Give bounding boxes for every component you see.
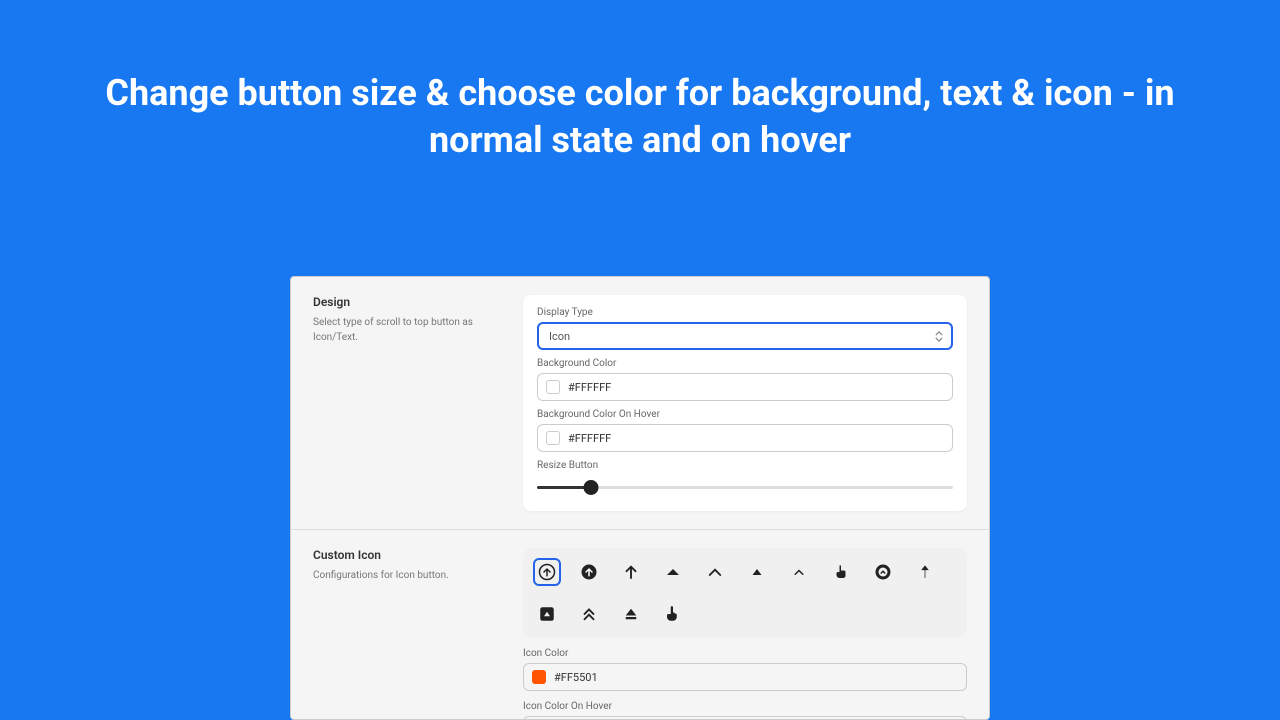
icon-color-value: #FF5501 [554, 671, 598, 684]
bg-color-input[interactable]: #FFFFFF [537, 373, 953, 401]
settings-panel: Design Select type of scroll to top butt… [290, 276, 990, 720]
resize-slider[interactable] [537, 475, 953, 499]
icon-option-double-chevron-up[interactable] [575, 600, 603, 628]
bg-color-hover-label: Background Color On Hover [537, 409, 953, 420]
icon-color-hover-label: Icon Color On Hover [523, 701, 967, 712]
display-type-value: Icon [549, 330, 570, 343]
icon-picker [523, 548, 967, 638]
hero-title: Change button size & choose color for ba… [0, 0, 1280, 164]
bg-color-hover-value: #FFFFFF [568, 432, 611, 445]
icon-color-label: Icon Color [523, 648, 967, 659]
custom-icon-desc: Configurations for Icon button. [313, 568, 507, 583]
display-type-label: Display Type [537, 307, 953, 318]
icon-option-square-caret-up[interactable] [533, 600, 561, 628]
icon-option-chevron-up[interactable] [701, 558, 729, 586]
custom-icon-title: Custom Icon [313, 548, 507, 562]
design-section: Design Select type of scroll to top butt… [291, 277, 989, 529]
color-swatch [532, 670, 546, 684]
icon-option-eject[interactable] [617, 600, 645, 628]
bg-color-value: #FFFFFF [568, 381, 611, 394]
icon-option-hand-pointer[interactable] [659, 600, 687, 628]
color-swatch [546, 431, 560, 445]
icon-option-arrow-up-thin[interactable] [911, 558, 939, 586]
bg-color-hover-input[interactable]: #FFFFFF [537, 424, 953, 452]
custom-icon-section: Custom Icon Configurations for Icon butt… [291, 529, 989, 720]
color-swatch [546, 380, 560, 394]
icon-option-hand-point-up[interactable] [827, 558, 855, 586]
icon-color-hover-input[interactable]: #CD490E [523, 716, 967, 720]
design-title: Design [313, 295, 507, 309]
icon-option-chevron-up-small[interactable] [785, 558, 813, 586]
design-desc: Select type of scroll to top button as I… [313, 315, 507, 345]
display-type-select[interactable]: Icon [537, 322, 953, 350]
icon-color-input[interactable]: #FF5501 [523, 663, 967, 691]
bg-color-label: Background Color [537, 358, 953, 369]
icon-option-circle-up-solid[interactable] [575, 558, 603, 586]
icon-option-triangle-up[interactable] [743, 558, 771, 586]
resize-label: Resize Button [537, 460, 953, 471]
chevron-updown-icon [935, 331, 943, 342]
icon-option-circle-arrow-up[interactable] [533, 558, 561, 586]
icon-option-circle-chevron-up[interactable] [869, 558, 897, 586]
icon-option-arrow-up[interactable] [617, 558, 645, 586]
icon-option-caret-up-solid[interactable] [659, 558, 687, 586]
